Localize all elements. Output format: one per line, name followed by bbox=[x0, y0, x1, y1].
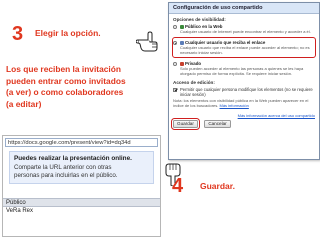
info-line-2: pueden entrar como invitados bbox=[6, 75, 126, 86]
cancel-button[interactable]: Cancelar bbox=[204, 119, 231, 128]
pointing-hand-icon bbox=[136, 31, 158, 52]
globe-icon bbox=[180, 24, 184, 29]
share-message-line-1: Comparte la URL anterior con otras bbox=[14, 164, 112, 171]
share-heading: Puedes realizar la presentación online. bbox=[14, 155, 132, 162]
option-anyone-with-link[interactable]: Cualquier usuario que reciba el enlace C… bbox=[172, 37, 316, 59]
option-public-desc: Cualquier usuario de Internet puede enco… bbox=[180, 28, 311, 34]
option-public-web[interactable]: Público en la Web Cualquier usuario de I… bbox=[173, 22, 315, 36]
info-line-4: (a editar) bbox=[6, 98, 42, 109]
step-3-label: Elegir la opción. bbox=[35, 28, 101, 38]
share-url-field[interactable]: https://docs.google.com/present/view?id=… bbox=[5, 138, 158, 147]
info-line-3: (a ver) o como colaboradores bbox=[6, 87, 124, 97]
allow-edit-row[interactable]: Permitir que cualquier persona modifique… bbox=[173, 85, 315, 98]
radio-private[interactable] bbox=[173, 61, 177, 66]
invitation-info: Los que reciben la invitación pueden ent… bbox=[6, 64, 126, 110]
public-header: Público bbox=[3, 198, 160, 207]
info-line-1: Los que reciben la invitación bbox=[6, 64, 121, 74]
save-button[interactable]: Guardar bbox=[171, 117, 200, 130]
option-link-desc: Cualquier usuario que reciba el enlace p… bbox=[180, 44, 310, 55]
note-more-info-link[interactable]: Más información bbox=[220, 103, 249, 108]
allow-edit-label: Permitir que cualquier persona modifique… bbox=[180, 87, 313, 98]
share-message-line-2: personas para incluirlas en el público. bbox=[14, 172, 118, 179]
sharing-more-info-link[interactable]: Más información acerca del uso compartid… bbox=[238, 113, 315, 118]
step-4-label: Guardar. bbox=[200, 181, 235, 191]
share-message-box: Puedes realizar la presentación online. … bbox=[9, 151, 154, 184]
sharing-settings-dialog: Configuración de uso compartido Opciones… bbox=[168, 2, 320, 160]
radio-public-web[interactable] bbox=[173, 24, 177, 29]
option-private[interactable]: Privado Solo pueden acceder al elemento … bbox=[173, 59, 315, 78]
user-entry: VeRa Rex bbox=[6, 208, 34, 214]
share-panel: https://docs.google.com/present/view?id=… bbox=[2, 135, 161, 237]
allow-edit-checkbox[interactable] bbox=[173, 87, 177, 92]
option-private-desc: Solo pueden acceder al elemento las pers… bbox=[180, 65, 304, 76]
dialog-title: Configuración de uso compartido bbox=[169, 3, 319, 14]
share-message: Comparte la URL anterior con otras perso… bbox=[14, 164, 149, 180]
step-3-number: 3 bbox=[12, 23, 24, 45]
step-4-number: 4 bbox=[172, 175, 184, 197]
radio-anyone-with-link[interactable] bbox=[173, 40, 177, 45]
